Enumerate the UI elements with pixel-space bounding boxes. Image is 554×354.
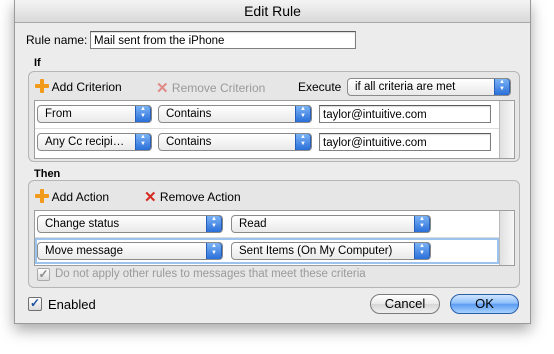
add-icon — [35, 189, 49, 203]
enabled-label: Enabled — [48, 297, 96, 312]
execute-popup-value: if all criteria are met — [355, 81, 456, 93]
cancel-button[interactable]: Cancel — [370, 294, 440, 314]
action-type-value: Change status — [45, 218, 120, 230]
edit-rule-dialog: Edit Rule Rule name: Mail sent from the … — [14, 0, 531, 324]
popup-arrows-icon: ▲ ▼ — [295, 134, 311, 150]
criterion-operator-popup[interactable]: Contains ▲ ▼ — [158, 105, 312, 123]
criterion-field-value: From — [45, 108, 72, 120]
criterion-operator-popup[interactable]: Contains ▲ ▼ — [158, 133, 312, 151]
action-row: Move message ▲ ▼ Sent Items (On My Comput… — [35, 238, 499, 264]
remove-action-label: Remove Action — [159, 190, 241, 204]
if-section-label: If — [34, 57, 41, 69]
add-action-button[interactable]: Add Action — [35, 189, 109, 204]
action-type-popup[interactable]: Change status ▲ ▼ — [37, 215, 223, 233]
popup-arrows-icon: ▲ ▼ — [206, 216, 222, 232]
criterion-field-popup[interactable]: From ▲ ▼ — [37, 105, 152, 123]
criteria-scrollbar[interactable] — [499, 101, 514, 158]
stop-rules-label: Do not apply other rules to messages tha… — [55, 268, 366, 280]
popup-arrows-icon: ▲ ▼ — [494, 79, 510, 95]
rule-name-field[interactable]: Mail sent from the iPhone — [90, 31, 356, 49]
add-criterion-button[interactable]: Add Criterion — [35, 79, 122, 94]
popup-arrows-icon: ▲ ▼ — [295, 106, 311, 122]
criterion-field-popup[interactable]: Any Cc recipi… ▲ ▼ — [37, 133, 152, 151]
actions-list: Change status ▲ ▼ Read ▲ ▼ Move message ▲ ▼… — [34, 210, 515, 266]
popup-arrows-icon: ▲ ▼ — [135, 106, 151, 122]
action-value-popup[interactable]: Read ▲ ▼ — [231, 215, 431, 233]
criterion-field-value: Any Cc recipi… — [45, 136, 125, 148]
action-value-popup[interactable]: Sent Items (On My Computer) ▲ ▼ — [231, 242, 431, 260]
remove-criterion-label: Remove Criterion — [171, 81, 266, 95]
popup-arrows-icon: ▲ ▼ — [414, 216, 430, 232]
execute-label: Execute — [298, 80, 342, 94]
popup-arrows-icon: ▲ ▼ — [206, 243, 222, 259]
remove-action-button[interactable]: ✕ Remove Action — [144, 188, 241, 206]
then-section-label: Then — [34, 168, 61, 180]
popup-arrows-icon: ▲ ▼ — [135, 134, 151, 150]
if-group: Add Criterion ✕ Remove Criterion Execute… — [28, 71, 520, 162]
add-action-label: Add Action — [51, 190, 110, 204]
criterion-operator-value: Contains — [166, 108, 212, 120]
row-divider — [35, 128, 499, 129]
add-icon — [35, 79, 49, 93]
window-title: Edit Rule — [15, 0, 530, 23]
remove-icon: ✕ — [156, 80, 169, 97]
criterion-value-field[interactable]: taylor@intuitive.com — [319, 105, 491, 123]
execute-popup[interactable]: if all criteria are met ▲ ▼ — [347, 78, 511, 96]
criterion-value-field[interactable]: taylor@intuitive.com — [319, 133, 491, 151]
action-type-popup[interactable]: Move message ▲ ▼ — [37, 242, 223, 260]
remove-criterion-button[interactable]: ✕ Remove Criterion — [156, 79, 265, 97]
stop-rules-checkbox[interactable]: ✓ — [37, 268, 50, 281]
action-value-value: Sent Items (On My Computer) — [239, 245, 393, 257]
criterion-operator-value: Contains — [166, 136, 212, 148]
criteria-list: From ▲ ▼ Contains ▲ ▼ taylor@intuitive.com… — [34, 100, 515, 159]
enabled-checkbox[interactable]: ✓ — [28, 297, 42, 311]
then-group: Add Action ✕ Remove Action Change status… — [28, 180, 520, 288]
popup-arrows-icon: ▲ ▼ — [414, 243, 430, 259]
remove-icon: ✕ — [144, 189, 157, 206]
ok-button[interactable]: OK — [450, 294, 519, 314]
actions-scrollbar[interactable] — [499, 211, 514, 265]
action-value-value: Read — [239, 218, 267, 230]
action-type-value: Move message — [45, 245, 123, 257]
rule-name-label: Rule name: — [26, 33, 88, 47]
add-criterion-label: Add Criterion — [51, 80, 122, 94]
